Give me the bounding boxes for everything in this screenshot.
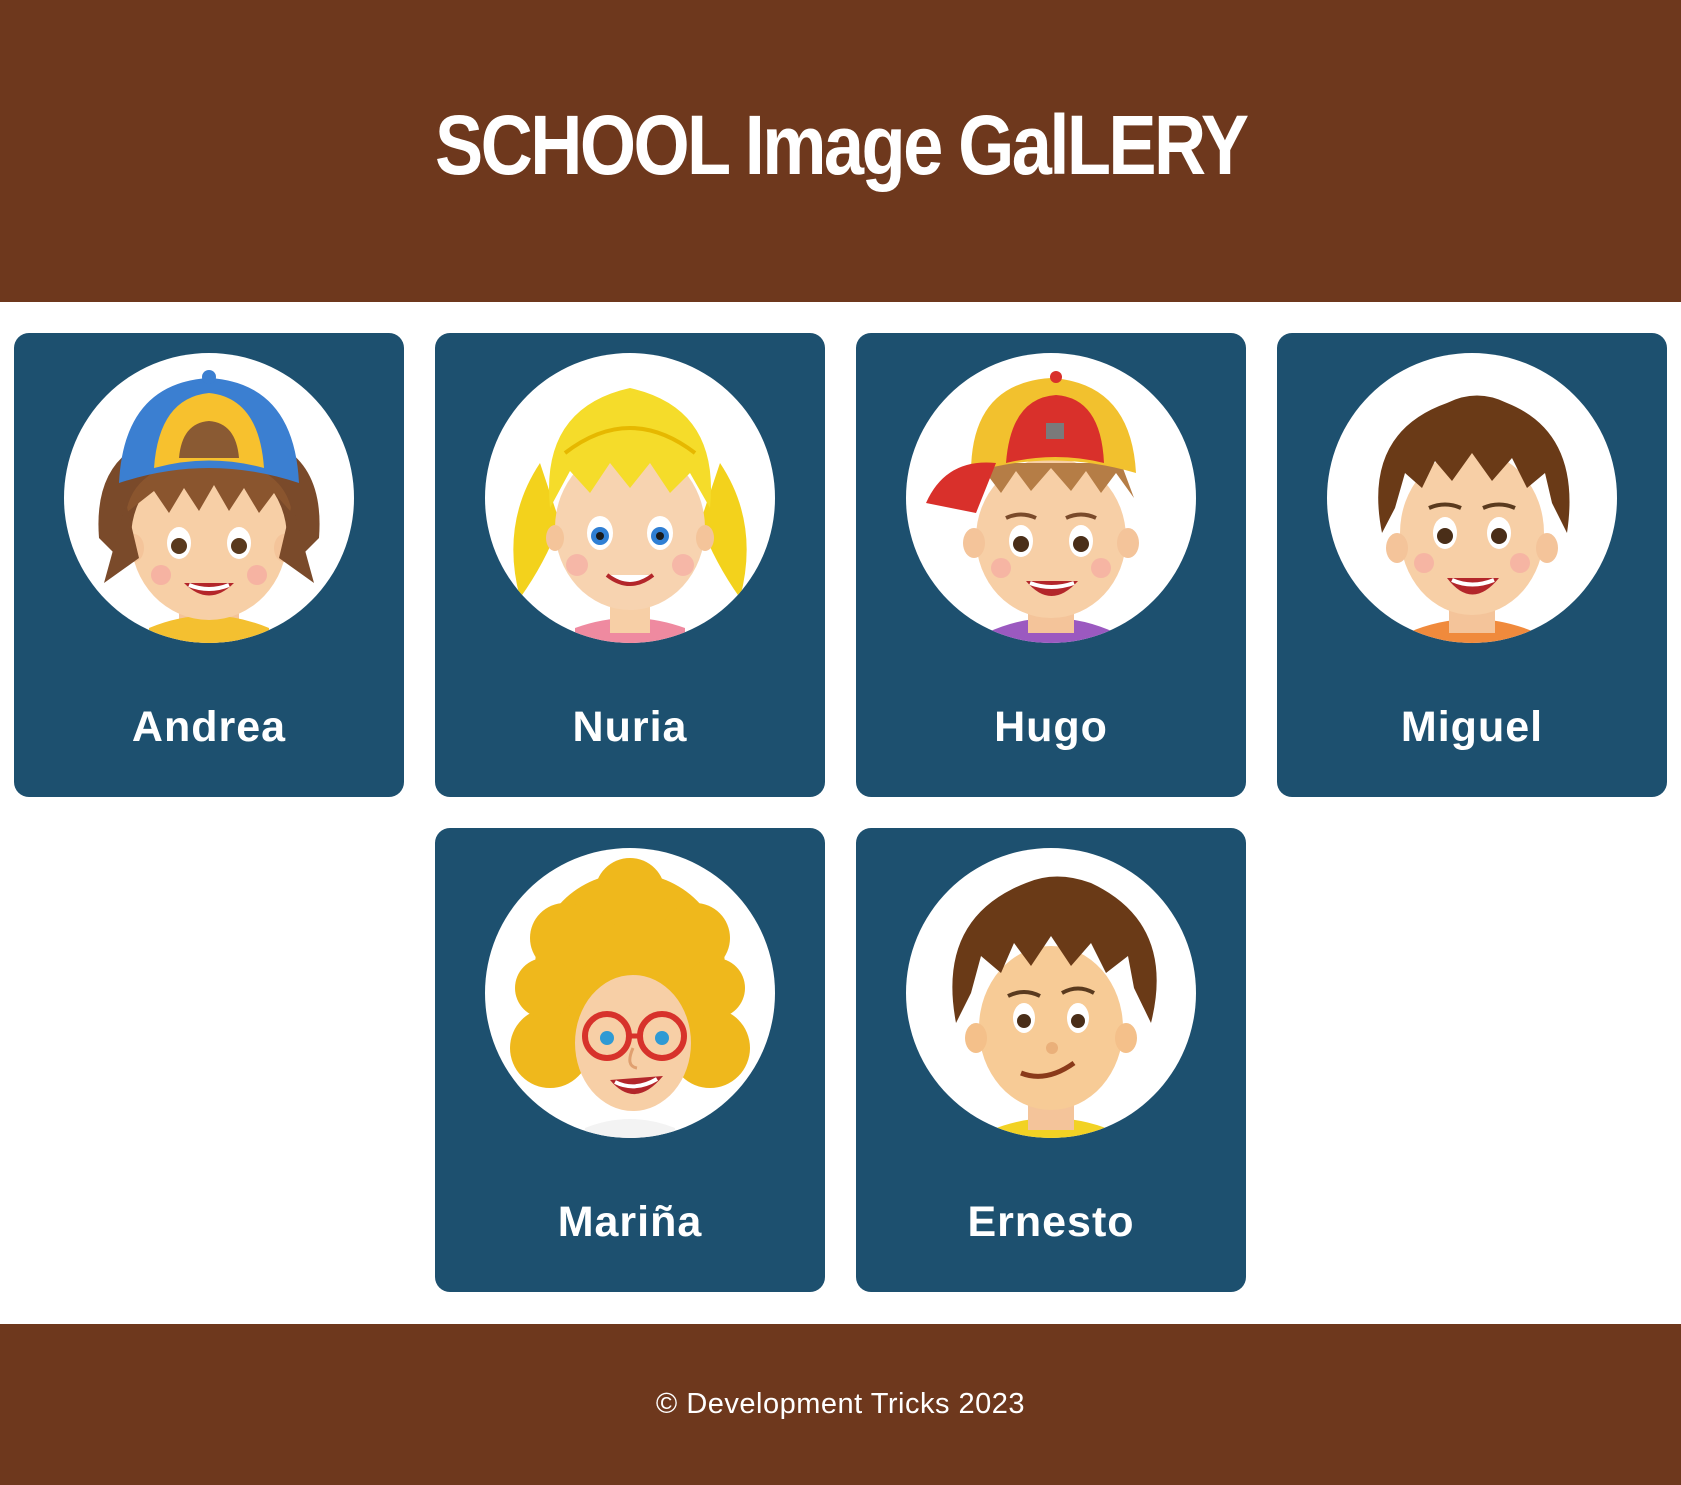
image-gallery: Andrea Nuria Hugo Miguel Mariña Ernesto: [0, 302, 1681, 1324]
avatar: [906, 848, 1196, 1138]
site-footer: © Development Tricks 2023: [0, 1324, 1681, 1485]
site-header: SCHOOL Image GalLERY: [0, 0, 1681, 302]
student-name: Ernesto: [967, 1198, 1135, 1246]
page-title: SCHOOL Image GalLERY: [434, 97, 1249, 192]
avatar: [906, 353, 1196, 643]
student-name: Andrea: [131, 703, 287, 751]
boy-with-red-cap-icon: [926, 371, 1139, 643]
student-card-ernesto[interactable]: Ernesto: [856, 828, 1246, 1292]
avatar: [485, 848, 775, 1138]
student-card-nuria[interactable]: Nuria: [435, 333, 825, 797]
student-card-hugo[interactable]: Hugo: [856, 333, 1246, 797]
student-name: Hugo: [994, 703, 1108, 751]
blonde-girl-pigtails-icon: [513, 388, 747, 643]
student-name: Miguel: [1400, 703, 1544, 751]
student-card-marina[interactable]: Mariña: [435, 828, 825, 1292]
avatar: [64, 353, 354, 643]
student-card-andrea[interactable]: Andrea: [14, 333, 404, 797]
girl-with-blue-cap-icon: [98, 370, 320, 643]
copyright-text: © Development Tricks 2023: [655, 1388, 1026, 1420]
student-name: Mariña: [557, 1198, 703, 1246]
avatar: [485, 353, 775, 643]
student-card-miguel[interactable]: Miguel: [1277, 333, 1667, 797]
boy-brown-hair-smirk-icon: [952, 876, 1157, 1138]
curly-hair-girl-glasses-icon: [510, 858, 750, 1138]
student-name: Nuria: [572, 703, 688, 751]
brown-hair-boy-icon: [1378, 395, 1570, 643]
avatar: [1327, 353, 1617, 643]
